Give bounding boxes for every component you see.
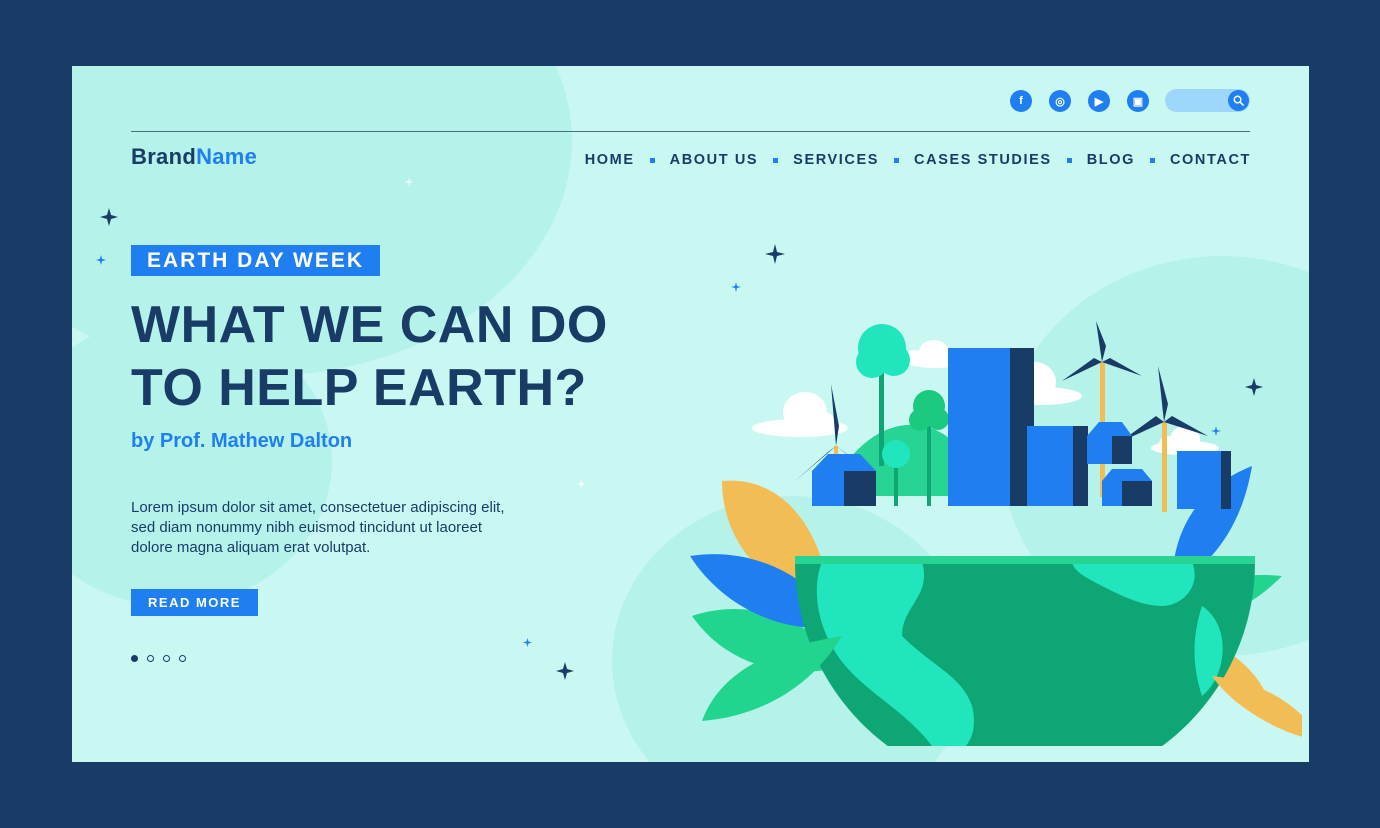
landing-page: f ◎ ▶ ▣ BrandName HOME ABOUT US SERVICES… <box>72 66 1309 762</box>
sparkle-icon <box>556 662 574 680</box>
nav-home[interactable]: HOME <box>585 152 635 168</box>
nav-services[interactable]: SERVICES <box>793 152 879 168</box>
slider-dot-1[interactable] <box>131 655 138 662</box>
sparkle-icon <box>577 480 585 488</box>
cloud <box>1151 426 1219 455</box>
hero-author: by Prof. Mathew Dalton <box>131 430 353 452</box>
nav-separator <box>1149 157 1155 163</box>
search-icon <box>1233 95 1244 106</box>
brand-name-part1: Brand <box>131 144 197 169</box>
nav-separator <box>1066 157 1072 163</box>
social-links: f ◎ ▶ ▣ <box>1010 90 1149 112</box>
brand-name-part2: Name <box>196 144 258 169</box>
youtube-icon[interactable]: ▶ <box>1088 90 1110 112</box>
building <box>1027 426 1088 506</box>
event-tag: EARTH DAY WEEK <box>131 245 381 276</box>
nav-separator <box>894 157 900 163</box>
slider-dot-2[interactable] <box>147 655 154 662</box>
facebook-icon[interactable]: f <box>1010 90 1032 112</box>
slider-dot-3[interactable] <box>163 655 170 662</box>
sparkle-icon <box>765 244 785 264</box>
hero-description-line: sed diam nonummy nibh euismod tincidunt … <box>131 519 483 536</box>
house <box>812 454 876 506</box>
nav-blog[interactable]: BLOG <box>1087 152 1135 168</box>
slider-dot-4[interactable] <box>179 655 186 662</box>
slider-dots <box>131 655 186 662</box>
main-nav: HOME ABOUT US SERVICES CASES STUDIES BLO… <box>585 152 1251 168</box>
house <box>1087 422 1132 464</box>
earth-city-illustration <box>690 244 1302 746</box>
brand-logo[interactable]: BrandName <box>131 144 257 170</box>
sparkle-icon <box>1245 378 1263 396</box>
sparkle-icon <box>96 255 106 265</box>
nav-separator <box>773 157 779 163</box>
building <box>1177 451 1231 509</box>
nav-cases-studies[interactable]: CASES STUDIES <box>914 152 1052 168</box>
sparkle-icon <box>100 208 118 226</box>
nav-contact[interactable]: CONTACT <box>1170 152 1251 168</box>
header-divider <box>131 131 1250 132</box>
sparkle-icon <box>405 178 413 186</box>
hero-description-line: dolore magna aliquam erat volutpat. <box>131 539 371 556</box>
twitch-icon[interactable]: ▣ <box>1127 90 1149 112</box>
nav-about-us[interactable]: ABOUT US <box>670 152 759 168</box>
hero-description-line: Lorem ipsum dolor sit amet, consectetuer… <box>131 499 505 516</box>
sparkle-icon <box>1211 426 1221 436</box>
read-more-button[interactable]: READ MORE <box>131 589 258 616</box>
sparkle-icon <box>523 638 532 647</box>
house <box>1102 469 1152 506</box>
building <box>948 348 1034 506</box>
sparkle-icon <box>731 282 741 292</box>
hero-description: Lorem ipsum dolor sit amet, consectetuer… <box>131 498 561 558</box>
globe-top-grass <box>795 556 1255 564</box>
search-button[interactable] <box>1228 90 1249 111</box>
instagram-icon[interactable]: ◎ <box>1049 90 1071 112</box>
nav-separator <box>649 157 655 163</box>
